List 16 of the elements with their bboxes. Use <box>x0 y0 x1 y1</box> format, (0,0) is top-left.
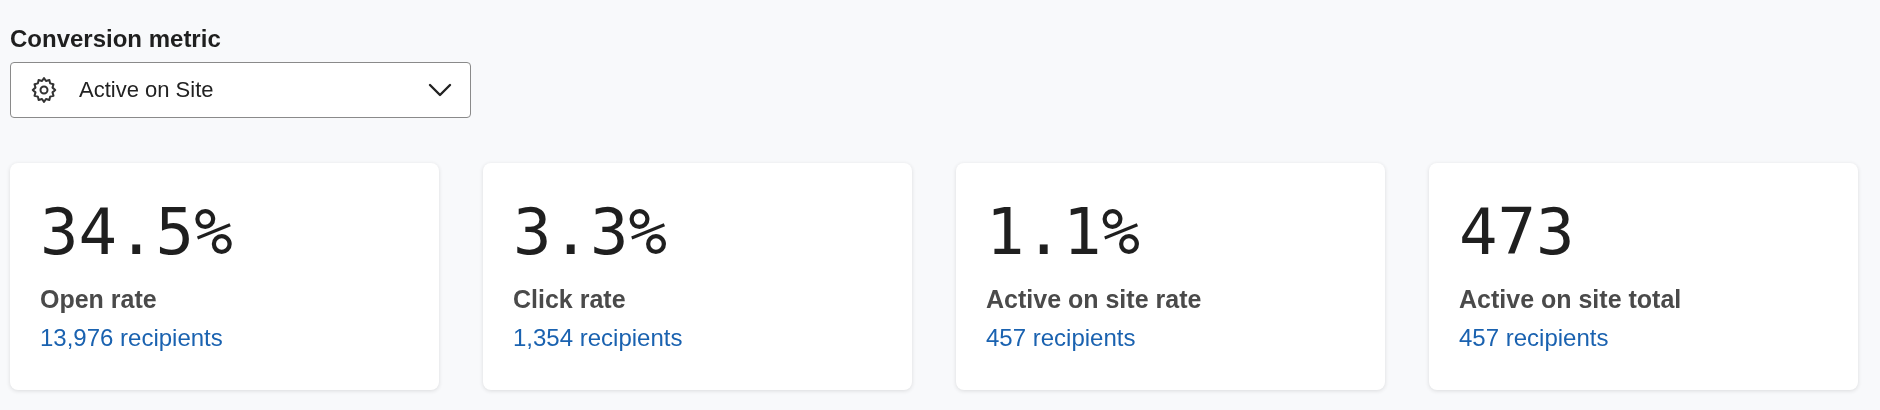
gear-icon <box>29 75 59 105</box>
chevron-down-icon <box>428 83 452 97</box>
recipients-link[interactable]: 13,976 recipients <box>40 323 409 353</box>
metric-dropdown[interactable]: Active on Site <box>10 62 471 118</box>
metric-label: Active on site total <box>1459 284 1683 315</box>
metric-label: Active on site rate <box>986 284 1203 315</box>
recipients-link[interactable]: 457 recipients <box>1459 323 1828 353</box>
recipients-link[interactable]: 457 recipients <box>986 323 1355 353</box>
metric-value: 34.5% <box>40 194 234 271</box>
metric-label: Click rate <box>513 284 627 315</box>
metric-value: 3.3% <box>513 194 669 271</box>
metric-value: 1.1% <box>986 194 1142 271</box>
metric-value: 473 <box>1459 194 1576 271</box>
field-label: Conversion metric <box>10 24 222 54</box>
recipients-link[interactable]: 1,354 recipients <box>513 323 882 353</box>
metric-label: Open rate <box>40 284 158 315</box>
